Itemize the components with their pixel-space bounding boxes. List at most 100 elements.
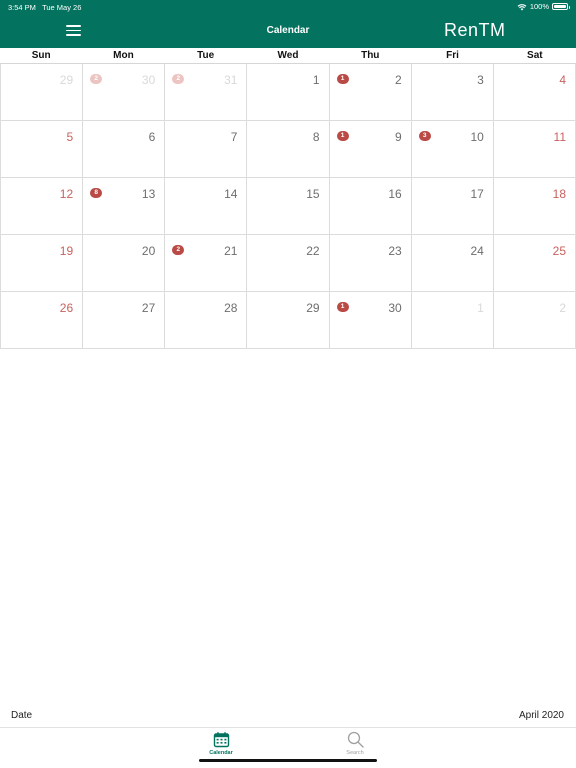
calendar-day[interactable]: 3 [411, 64, 494, 121]
day-number: 19 [59, 244, 74, 258]
calendar-day[interactable]: 1 30 [329, 292, 412, 349]
calendar-day[interactable]: 15 [247, 178, 330, 235]
calendar-day[interactable]: 17 [411, 178, 494, 235]
day-number: 30 [388, 301, 402, 315]
status-time: 3:54 PM [8, 3, 36, 12]
day-number: 17 [470, 187, 484, 201]
calendar-day[interactable]: 7 [165, 121, 248, 178]
date-label: Date [11, 710, 33, 721]
day-number: 5 [66, 130, 74, 144]
calendar-day[interactable]: 14 [165, 178, 248, 235]
calendar-day[interactable]: 16 [329, 178, 412, 235]
day-number: 2 [559, 301, 566, 315]
status-bar: 3:54 PM Tue May 26 100% [0, 0, 576, 14]
calendar-day[interactable]: 18 [493, 178, 576, 235]
event-count-badge: 1 [336, 131, 349, 141]
day-number: 29 [59, 73, 74, 87]
day-number: 21 [224, 244, 238, 258]
event-count-badge: 1 [336, 74, 349, 84]
calendar-icon [213, 732, 229, 748]
calendar-day[interactable]: 2 21 [165, 235, 248, 292]
event-count-badge: 2 [172, 74, 185, 84]
day-number: 1 [312, 73, 320, 87]
day-number: 8 [312, 130, 320, 144]
calendar-day[interactable]: 25 [493, 235, 576, 292]
calendar-day[interactable]: 6 [83, 121, 166, 178]
day-number: 12 [59, 187, 74, 201]
calendar-day[interactable]: 4 [493, 64, 576, 121]
day-number: 14 [224, 187, 238, 201]
event-count-badge: 2 [90, 74, 103, 84]
battery-percent: 100% [529, 2, 549, 11]
calendar-day[interactable]: 12 [329, 64, 412, 121]
date-value[interactable]: April 2020 [519, 710, 564, 721]
day-number: 25 [552, 244, 566, 258]
event-count-badge: 8 [90, 188, 103, 198]
calendar-day[interactable]: 19 [1, 235, 84, 292]
status-date: Tue May 26 [42, 3, 82, 12]
calendar-day[interactable]: 5 [1, 121, 84, 178]
day-number: 10 [470, 130, 484, 144]
calendar-day[interactable]: 26 [1, 292, 84, 349]
calendar-day[interactable]: 3 10 [411, 121, 494, 178]
day-number: 3 [477, 73, 484, 87]
event-count-badge: 3 [418, 131, 431, 141]
weekday-sat: Sat [527, 50, 543, 61]
weekday-tue: Tue [197, 50, 215, 61]
calendar-day[interactable]: 29 [247, 292, 330, 349]
calendar-day[interactable]: 11 [493, 121, 576, 178]
tab-calendar[interactable]: Calendar [191, 731, 251, 756]
brand-logo: RenTM [444, 20, 506, 40]
day-number: 23 [388, 244, 402, 258]
calendar-day[interactable]: 28 [165, 292, 248, 349]
calendar-day[interactable]: 29 [1, 64, 84, 121]
calendar-day[interactable]: 22 [247, 235, 330, 292]
calendar-day[interactable]: 2 31 [165, 64, 248, 121]
day-number: 4 [559, 73, 566, 87]
day-number: 28 [224, 301, 238, 315]
day-number: 2 [395, 73, 402, 87]
home-indicator [199, 759, 377, 762]
calendar-day[interactable]: 8 13 [83, 178, 166, 235]
navigation-bar: Calendar RenTM [0, 14, 576, 48]
weekday-sun: Sun [31, 50, 51, 61]
calendar-day[interactable]: 2 30 [83, 64, 166, 121]
day-number: 31 [224, 73, 238, 87]
calendar-day[interactable]: 2 [493, 292, 576, 349]
day-number: 30 [141, 73, 156, 87]
calendar-day[interactable]: 12 [1, 178, 84, 235]
battery-icon [552, 3, 570, 10]
calendar-day[interactable]: 27 [83, 292, 166, 349]
day-number: 24 [470, 244, 484, 258]
weekday-wed: Wed [277, 50, 299, 61]
calendar-grid: 29 2 30 2 31 1 1 2 3 4 5 6 7 8 1 9 3 10 11 12 8 13 14 15 16 17 18 1… [0, 64, 576, 349]
event-count-badge: 2 [172, 245, 185, 255]
day-number: 15 [306, 187, 320, 201]
day-number: 26 [59, 301, 74, 315]
calendar-day[interactable]: 23 [329, 235, 412, 292]
day-number: 13 [141, 187, 156, 201]
search-icon [347, 731, 364, 748]
day-number: 18 [552, 187, 566, 201]
weekday-header: Sun Mon Tue Wed Thu Fri Sat [0, 48, 576, 64]
calendar-day[interactable]: 1 [247, 64, 330, 121]
day-number: 6 [148, 130, 156, 144]
calendar-day[interactable]: 19 [329, 121, 412, 178]
calendar-day[interactable]: 24 [411, 235, 494, 292]
wifi-icon [517, 3, 527, 10]
event-count-badge: 1 [336, 302, 349, 312]
tab-search[interactable]: Search [325, 731, 385, 756]
tab-calendar-label: Calendar [209, 750, 233, 756]
day-number: 22 [306, 244, 320, 258]
tab-search-label: Search [346, 750, 364, 756]
calendar-day[interactable]: 20 [83, 235, 166, 292]
day-number: 27 [141, 301, 156, 315]
day-number: 11 [553, 130, 566, 144]
calendar-day[interactable]: 8 [247, 121, 330, 178]
day-number: 9 [395, 130, 402, 144]
day-number: 16 [388, 187, 402, 201]
calendar-day[interactable]: 1 [411, 292, 494, 349]
day-number: 7 [230, 130, 238, 144]
battery-fill [554, 5, 566, 8]
tab-bar: Calendar Search [0, 728, 576, 768]
